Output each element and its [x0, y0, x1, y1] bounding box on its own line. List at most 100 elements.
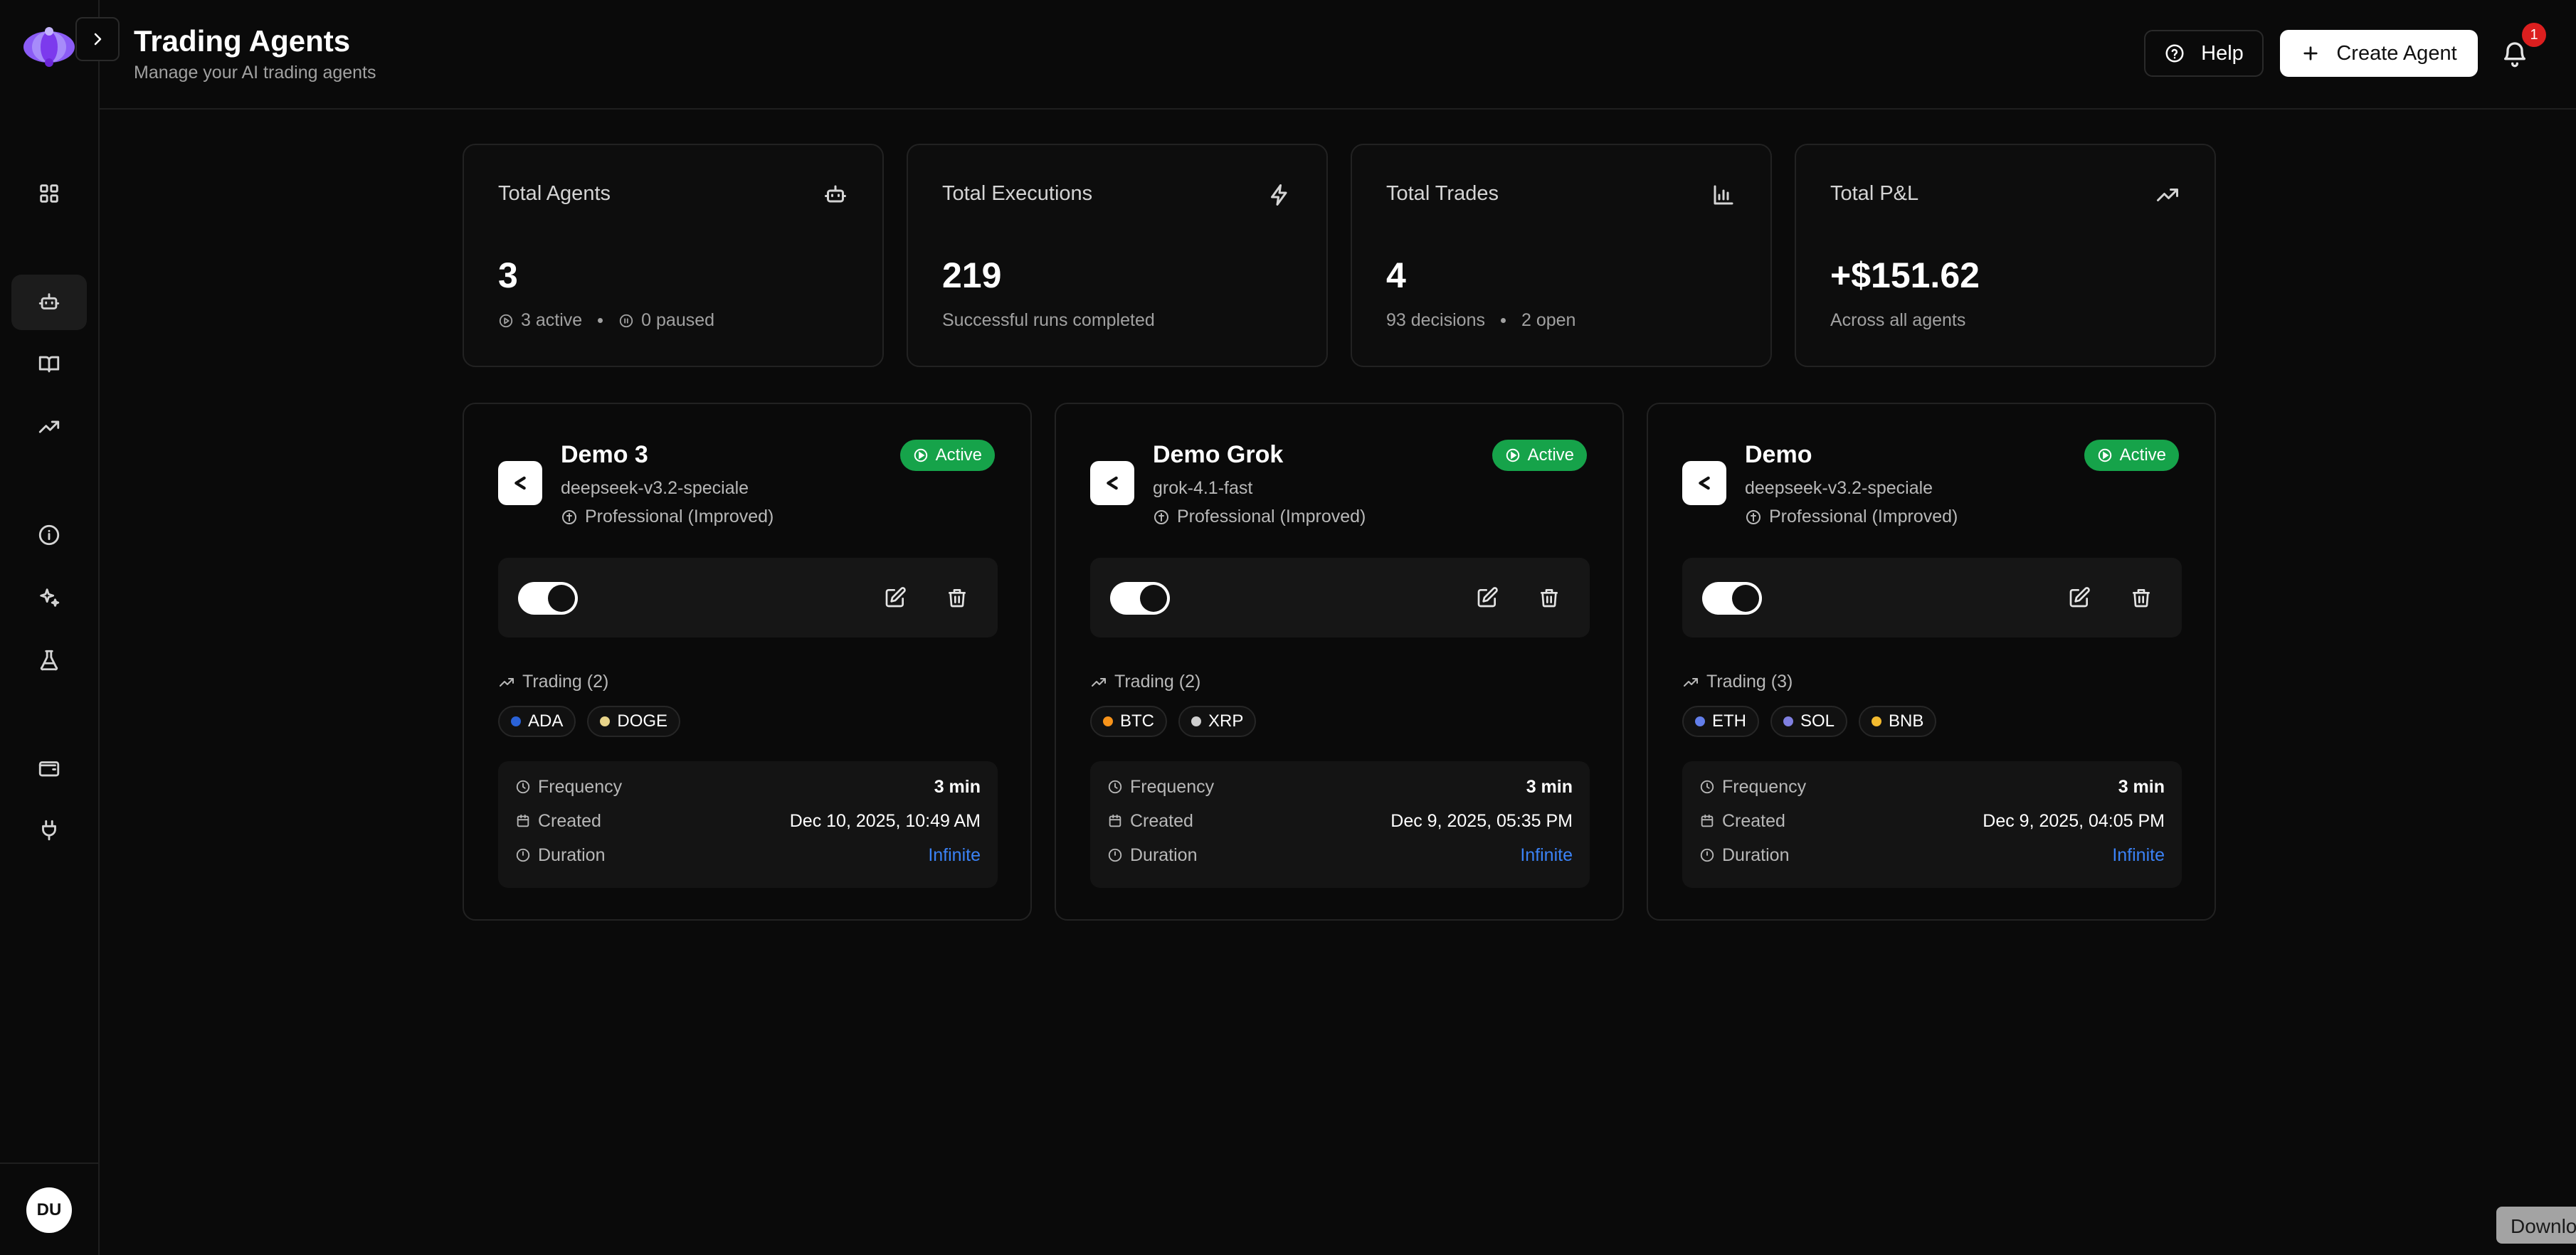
agent-active-toggle[interactable]	[518, 582, 578, 615]
detail-key: Duration	[515, 845, 606, 866]
sidebar-item-dashboard[interactable]	[11, 166, 87, 221]
sidebar-divider	[0, 1163, 100, 1164]
provider-chevron-icon	[514, 476, 526, 490]
strategy-circle-icon	[1746, 509, 1761, 524]
sparkles-icon	[40, 588, 60, 607]
trash-icon	[949, 589, 966, 608]
delete-agent-button[interactable]	[2123, 579, 2160, 616]
edit-agent-button[interactable]	[877, 579, 914, 616]
coin-eth-icon	[1695, 716, 1705, 726]
edit-icon	[885, 587, 906, 608]
page-header: Trading Agents Manage your AI trading ag…	[100, 0, 2576, 110]
sidebar-item-learn[interactable]	[11, 337, 87, 392]
detail-row-created: Created Dec 9, 2025, 05:35 PM	[1107, 807, 1573, 835]
timer-icon	[1700, 848, 1714, 862]
stat-value: 4	[1386, 255, 1406, 295]
duration-value: Infinite	[928, 844, 981, 865]
stat-subtext: Successful runs completed	[942, 310, 1155, 331]
separator-dot	[1500, 318, 1506, 323]
created-value: Dec 9, 2025, 05:35 PM	[1390, 810, 1573, 831]
duration-label: Duration	[538, 844, 606, 865]
agent-card-1[interactable]: Demo 3 deepseek-v3.2-speciale Profession…	[463, 403, 1032, 921]
frequency-value: 3 min	[2118, 776, 2165, 797]
sidebar: DU	[0, 0, 120, 1255]
help-circle-icon	[2165, 44, 2184, 63]
detail-row-frequency: Frequency 3 min	[1107, 773, 1573, 801]
coin-symbol: ETH	[1712, 711, 1746, 731]
detail-key: Frequency	[1699, 777, 1806, 798]
detail-row-created: Created Dec 10, 2025, 10:49 AM	[515, 807, 981, 835]
trading-pairs-label: Trading (3)	[1682, 672, 1793, 692]
agent-name: Demo Grok	[1153, 441, 1284, 468]
detail-row-duration: Duration Infinite	[1699, 841, 2165, 869]
stat-subtext: 93 decisions 2 open	[1386, 310, 1575, 331]
plus-icon	[2303, 46, 2318, 60]
coin-symbol: BTC	[1120, 711, 1154, 731]
sidebar-item-integrations[interactable]	[11, 803, 87, 858]
coin-chip-sol: SOL	[1770, 706, 1848, 737]
agent-provider-logo	[1090, 461, 1134, 505]
sidebar-item-lab[interactable]	[11, 632, 87, 688]
zap-icon	[1271, 184, 1287, 206]
detail-key: Duration	[1699, 845, 1790, 866]
agent-profile-label: Professional (Improved)	[1769, 507, 1958, 526]
sidebar-item-performance[interactable]	[11, 399, 87, 455]
coin-doge-icon	[600, 716, 611, 726]
trending-up-icon	[1092, 677, 1106, 687]
play-circle-icon	[499, 314, 513, 327]
status-label: Active	[1527, 445, 1574, 465]
detail-key: Duration	[1107, 845, 1198, 866]
agent-active-toggle[interactable]	[1702, 582, 1762, 615]
status-label: Active	[2119, 445, 2166, 465]
agent-provider-logo	[498, 461, 542, 505]
delete-agent-button[interactable]	[1531, 579, 1568, 616]
sidebar-item-info[interactable]	[11, 507, 87, 563]
detail-key: Created	[515, 811, 601, 832]
dashboard-grid-icon	[40, 184, 58, 203]
frequency-label: Frequency	[538, 776, 623, 797]
provider-chevron-icon	[1107, 476, 1118, 490]
detail-row-frequency: Frequency 3 min	[1699, 773, 2165, 801]
edit-agent-button[interactable]	[1469, 579, 1506, 616]
help-button[interactable]: Help	[2144, 30, 2264, 77]
active-count: 3 active	[521, 310, 583, 330]
agent-card-3[interactable]: Demo deepseek-v3.2-speciale Professional…	[1647, 403, 2216, 921]
sidebar-item-wallet[interactable]	[11, 741, 87, 796]
play-circle-icon	[914, 448, 927, 462]
create-agent-button[interactable]: Create Agent	[2280, 30, 2478, 77]
app-logo-icon[interactable]	[21, 26, 77, 68]
book-open-icon	[38, 356, 60, 373]
agent-details: Frequency 3 min Created Dec 10, 2025, 10…	[498, 761, 998, 888]
delete-agent-button[interactable]	[939, 579, 976, 616]
coin-chip-doge: DOGE	[587, 706, 681, 737]
edit-agent-button[interactable]	[2061, 579, 2098, 616]
sidebar-item-agents[interactable]	[11, 275, 87, 330]
agent-card-2[interactable]: Demo Grok grok-4.1-fast Professional (Im…	[1055, 403, 1624, 921]
agent-active-toggle[interactable]	[1110, 582, 1170, 615]
stat-label: Total Agents	[498, 182, 611, 205]
strategy-circle-icon	[1154, 509, 1168, 524]
pause-circle-icon	[620, 314, 633, 327]
detail-key: Frequency	[515, 777, 622, 798]
detail-row-duration: Duration Infinite	[515, 841, 981, 869]
agent-model: deepseek-v3.2-speciale	[561, 478, 749, 498]
trading-pairs-label: Trading (2)	[498, 672, 608, 692]
coin-xrp-icon	[1191, 716, 1201, 726]
coin-bnb-icon	[1872, 716, 1882, 726]
user-avatar[interactable]: DU	[26, 1187, 72, 1233]
status-badge: Active	[2084, 440, 2179, 471]
stat-value: 3	[498, 255, 518, 295]
help-button-label: Help	[2201, 41, 2244, 65]
detail-key: Created	[1699, 811, 1785, 832]
created-value: Dec 10, 2025, 10:49 AM	[789, 810, 981, 831]
bar-chart-icon	[1714, 185, 1733, 205]
download-tab[interactable]: Download	[2496, 1207, 2576, 1244]
calendar-icon	[1109, 814, 1121, 827]
coin-symbol: SOL	[1800, 711, 1835, 731]
duration-label: Duration	[1722, 844, 1790, 865]
wallet-icon	[38, 761, 60, 777]
coin-chip-xrp: XRP	[1178, 706, 1257, 737]
coin-chip-btc: BTC	[1090, 706, 1167, 737]
agent-controls	[498, 558, 998, 637]
sidebar-item-ai[interactable]	[11, 570, 87, 625]
